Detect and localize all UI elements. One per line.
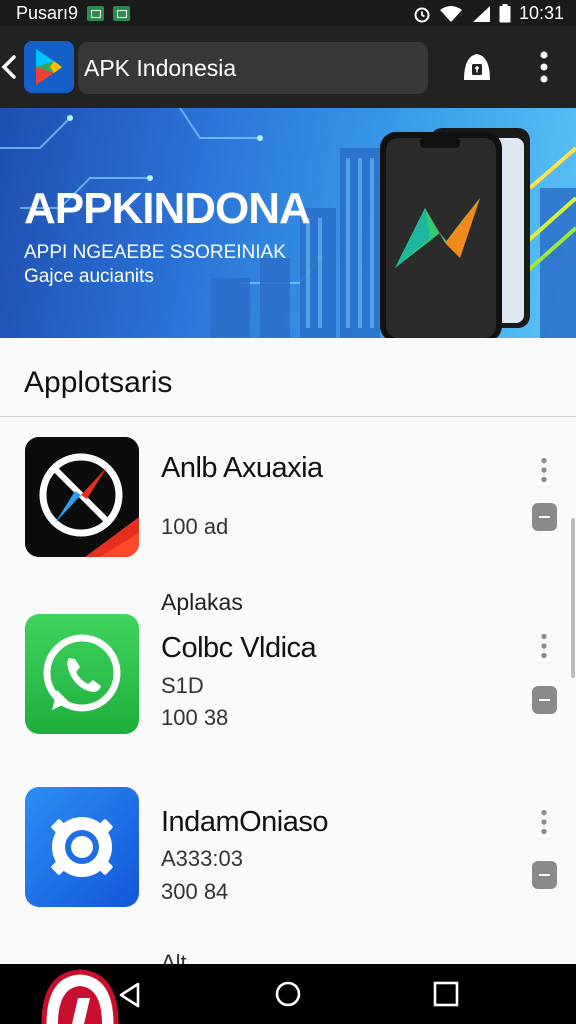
app-name[interactable]: Colbc Vldica [161, 632, 317, 665]
search-input[interactable]: APK Indonesia [78, 42, 428, 94]
install-badge[interactable] [532, 503, 557, 531]
partial-row-text: Alt [161, 950, 187, 964]
banner-subtitle: Gajce aucianits [24, 266, 154, 287]
whatsapp-icon[interactable] [25, 614, 139, 734]
signal-icon [472, 5, 490, 22]
app-size: 100 38 [161, 705, 229, 730]
more-vert-icon[interactable] [536, 633, 552, 659]
app-name[interactable]: IndamOniaso [161, 806, 329, 839]
app-bar: APK Indonesia [0, 26, 576, 108]
divider [0, 416, 576, 417]
search-text: APK Indonesia [84, 55, 237, 81]
more-vert-icon[interactable] [536, 457, 552, 483]
more-vert-icon[interactable] [534, 48, 554, 86]
promo-banner[interactable]: APPKINDONA APPI NGEAEBE SSOREINIAK Gajce… [0, 108, 576, 338]
app-size: 100 ad [161, 514, 229, 539]
play-store-logo[interactable] [24, 41, 74, 93]
wifi-icon [439, 5, 462, 22]
install-badge[interactable] [532, 861, 557, 889]
status-bar: Pusarı9 10:31 [0, 0, 576, 26]
app-version: A333:03 [161, 846, 243, 871]
clock: 10:31 [518, 3, 564, 23]
nav-home-icon[interactable] [274, 980, 302, 1008]
app-size: 300 84 [161, 879, 229, 904]
circle-app-icon[interactable] [25, 787, 139, 907]
notification-icon [87, 6, 105, 21]
back-icon[interactable] [0, 53, 18, 81]
status-left: Pusarı9 [16, 3, 131, 24]
app-name[interactable]: Anlb Axuaxia [161, 452, 323, 485]
notification-icon [113, 6, 131, 21]
alarm-icon [414, 7, 430, 22]
account-icon[interactable] [460, 50, 494, 84]
nav-recents-icon[interactable] [433, 981, 459, 1007]
install-badge[interactable] [532, 686, 557, 714]
banner-title: APPKINDONA [24, 184, 311, 233]
banner-subtitle: APPI NGEAEBE SSOREINIAK [24, 242, 286, 263]
carrier-name: Pusarı9 [16, 3, 79, 23]
battery-icon [499, 4, 511, 23]
scrollbar[interactable] [571, 518, 575, 678]
section-title: Applotsaris [24, 366, 173, 399]
compass-app-icon[interactable] [25, 437, 139, 557]
category-label: Aplakas [161, 589, 243, 615]
overlay-logo-icon [41, 969, 119, 1024]
app-version: S1D [161, 673, 204, 698]
status-right: 10:31 [413, 3, 564, 24]
nav-back-icon[interactable] [116, 981, 144, 1009]
more-vert-icon[interactable] [536, 809, 552, 835]
